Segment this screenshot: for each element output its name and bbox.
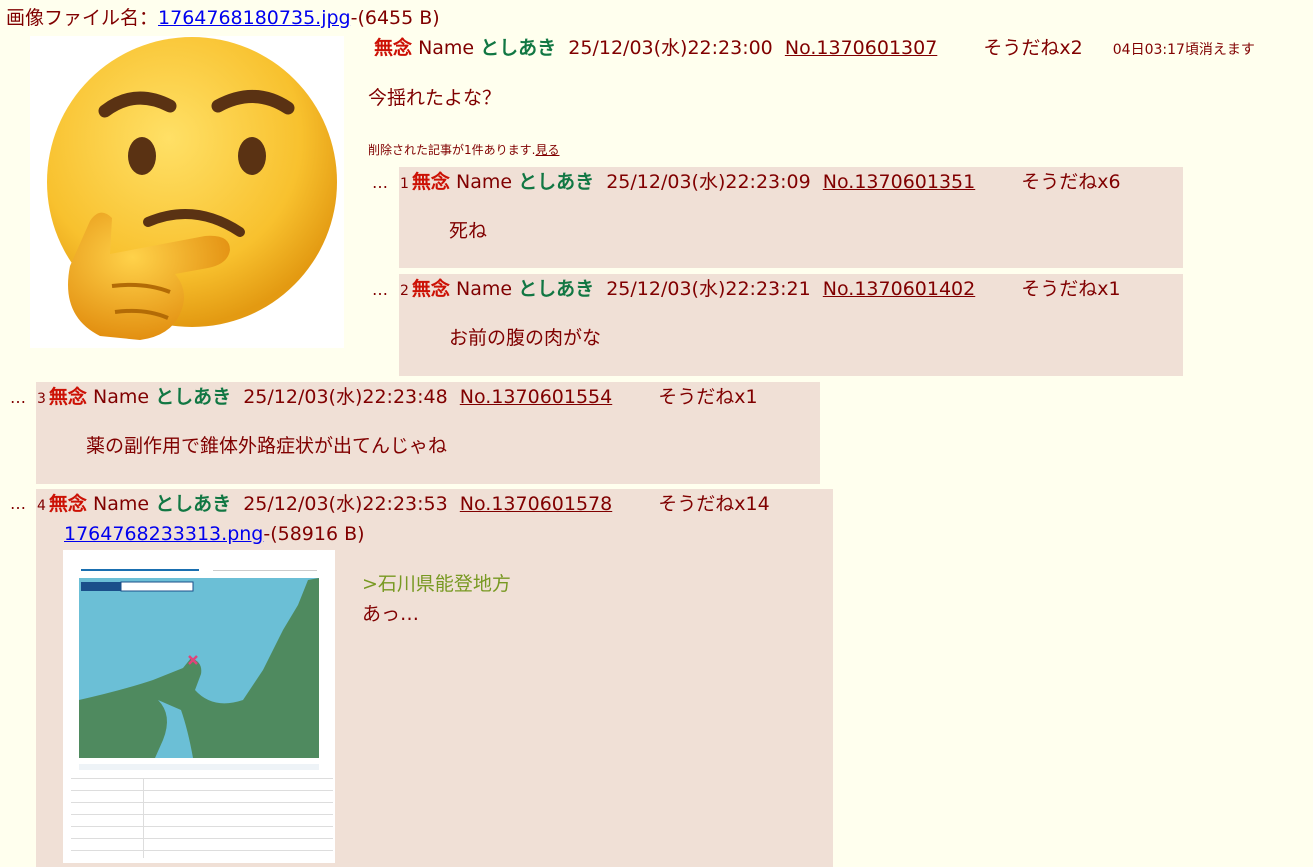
sodane-button[interactable]: そうだねx6 bbox=[1021, 171, 1120, 193]
reply-header: 4 無念 Name としあき 25/12/03(水)22:23:53 No.137… bbox=[37, 492, 770, 518]
reply-body-text: 死ね bbox=[449, 220, 488, 242]
name-label: Name bbox=[418, 37, 475, 59]
sodane-button[interactable]: そうだねx2 bbox=[983, 37, 1082, 59]
post-subject: 無念 bbox=[48, 386, 87, 408]
reply-index: 3 bbox=[37, 391, 46, 407]
reply-3: 3 無念 Name としあき 25/12/03(水)22:23:48 No.137… bbox=[36, 382, 820, 484]
post-subject: 無念 bbox=[48, 493, 87, 515]
reply-dots: … bbox=[372, 173, 388, 192]
sodane-button[interactable]: そうだねx14 bbox=[658, 493, 769, 515]
reply-index: 1 bbox=[400, 176, 409, 192]
op-file-size: -(6455 B) bbox=[350, 7, 440, 29]
op-file-link[interactable]: 1764768180735.jpg bbox=[158, 7, 351, 29]
name-label: Name bbox=[92, 386, 150, 408]
name-label: Name bbox=[92, 493, 150, 515]
reply-index: 2 bbox=[400, 283, 409, 299]
reply-header: 2 無念 Name としあき 25/12/03(水)22:23:21 No.137… bbox=[400, 277, 1121, 303]
reply-4: 4 無念 Name としあき 25/12/03(水)22:23:53 No.137… bbox=[36, 489, 833, 867]
file-label: 画像ファイル名： bbox=[6, 7, 159, 29]
reply-2: 2 無念 Name としあき 25/12/03(水)22:23:21 No.137… bbox=[399, 274, 1183, 376]
reply-1: 1 無念 Name としあき 25/12/03(水)22:23:09 No.137… bbox=[399, 167, 1183, 268]
earthquake-map-thumbnail[interactable] bbox=[63, 550, 335, 863]
op-thumbnail[interactable] bbox=[30, 36, 344, 348]
name-label: Name bbox=[455, 278, 513, 300]
deleted-notice: 削除された記事が1件あります.見る bbox=[368, 141, 559, 159]
poster-name: としあき bbox=[480, 37, 557, 59]
reply-header: 1 無念 Name としあき 25/12/03(水)22:23:09 No.137… bbox=[400, 170, 1121, 196]
op-file-info: 画像ファイル名：1764768180735.jpg-(6455 B) bbox=[6, 6, 440, 30]
show-deleted-link[interactable]: 見る bbox=[535, 143, 559, 157]
post-number-link[interactable]: No.1370601402 bbox=[823, 278, 975, 300]
poster-name: としあき bbox=[155, 386, 232, 408]
reply-dots: … bbox=[10, 388, 26, 407]
post-number-link[interactable]: No.1370601554 bbox=[460, 386, 612, 408]
poster-name: としあき bbox=[518, 278, 595, 300]
reply-index: 4 bbox=[37, 498, 46, 514]
post-datetime: 25/12/03(水)22:23:00 bbox=[568, 37, 773, 59]
deleted-notice-text: 削除された記事が1件あります. bbox=[368, 143, 536, 157]
reply-dots: … bbox=[10, 494, 26, 513]
post-number-link[interactable]: No.1370601307 bbox=[785, 37, 937, 59]
post-subject: 無念 bbox=[411, 278, 450, 300]
poster-name: としあき bbox=[155, 493, 232, 515]
post-datetime: 25/12/03(水)22:23:09 bbox=[606, 171, 811, 193]
reply-header: 3 無念 Name としあき 25/12/03(水)22:23:48 No.137… bbox=[37, 385, 758, 411]
post-subject: 無念 bbox=[411, 171, 450, 193]
thinking-face-emoji-icon bbox=[47, 37, 337, 340]
reply-dots: … bbox=[372, 280, 388, 299]
post-datetime: 25/12/03(水)22:23:21 bbox=[606, 278, 811, 300]
post-datetime: 25/12/03(水)22:23:48 bbox=[243, 386, 448, 408]
reply-body-text: 薬の副作用で錐体外路症状が出てんじゃね bbox=[86, 435, 448, 457]
reply-body-text: お前の腹の肉がな bbox=[449, 327, 602, 349]
poster-name: としあき bbox=[518, 171, 595, 193]
reply-body-text: あっ… bbox=[362, 603, 420, 625]
post-datetime: 25/12/03(水)22:23:53 bbox=[243, 493, 448, 515]
op-body-text: 今揺れたよな？ bbox=[368, 87, 502, 109]
op-header: 無念 Name としあき 25/12/03(水)22:23:00 No.1370… bbox=[374, 36, 1255, 62]
reply-file-size: -(58916 B) bbox=[263, 523, 365, 545]
sodane-button[interactable]: そうだねx1 bbox=[658, 386, 757, 408]
name-label: Name bbox=[455, 171, 513, 193]
earthquake-map-icon bbox=[63, 550, 335, 863]
reply-quote-text: >石川県能登地方 bbox=[362, 573, 511, 595]
sodane-button[interactable]: そうだねx1 bbox=[1021, 278, 1120, 300]
post-number-link[interactable]: No.1370601578 bbox=[460, 493, 612, 515]
post-number-link[interactable]: No.1370601351 bbox=[823, 171, 975, 193]
post-subject: 無念 bbox=[374, 37, 413, 59]
expire-notice: 04日03:17頃消えます bbox=[1112, 42, 1255, 58]
reply-file-info: 1764768233313.png-(58916 B) bbox=[64, 522, 365, 546]
reply-file-link[interactable]: 1764768233313.png bbox=[64, 523, 263, 545]
